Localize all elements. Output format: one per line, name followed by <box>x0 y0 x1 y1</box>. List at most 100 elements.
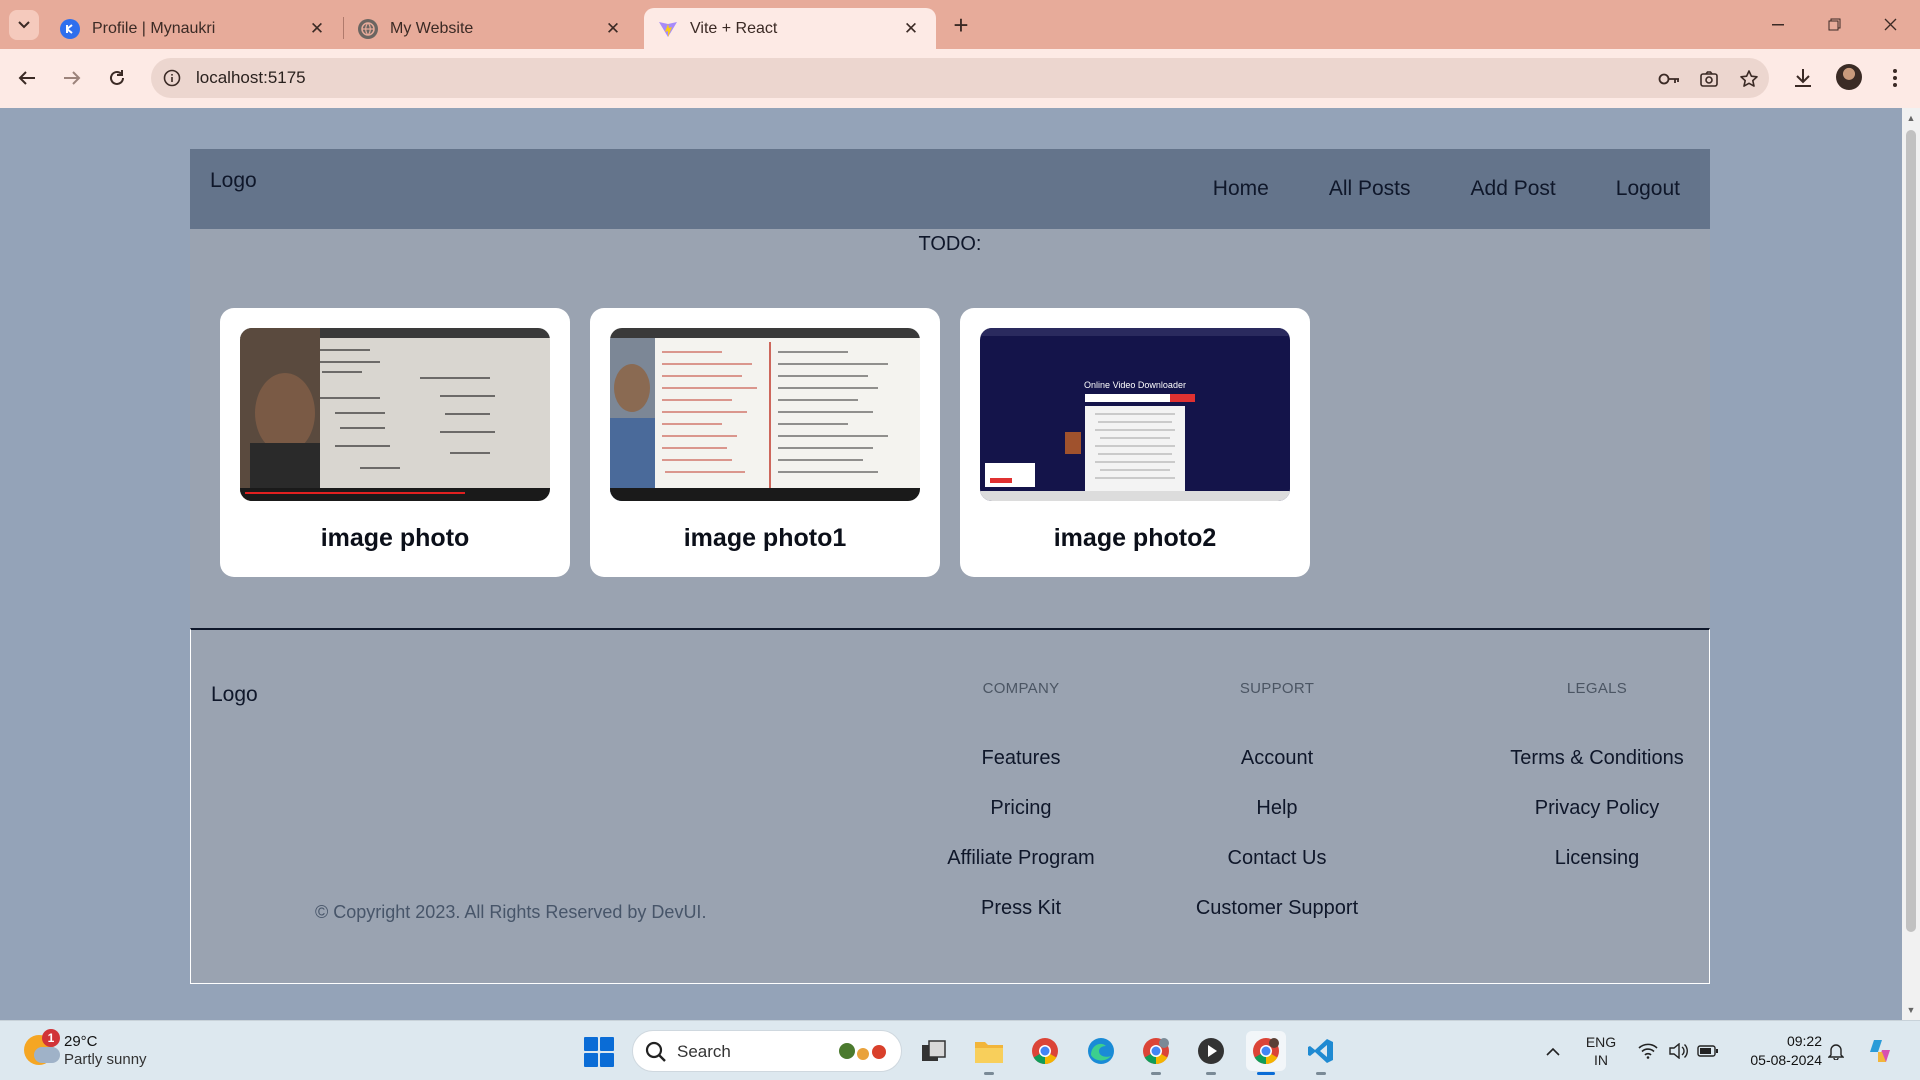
wifi-icon <box>1638 1043 1658 1059</box>
tab-search-button[interactable] <box>9 10 39 40</box>
close-window-button[interactable] <box>1862 0 1918 49</box>
close-icon[interactable]: ✕ <box>602 19 624 39</box>
taskbar-task-view[interactable] <box>914 1031 954 1071</box>
chevron-up-icon <box>1546 1047 1560 1056</box>
footer-link-pricing[interactable]: Pricing <box>871 798 1171 848</box>
arrow-left-icon <box>18 71 35 85</box>
page-scrollbar[interactable]: ▲ ▼ <box>1902 108 1920 1020</box>
nav-add-post-link[interactable]: Add Post <box>1471 177 1556 201</box>
clock-time: 09:22 <box>1786 1033 1822 1049</box>
tab-vite-react[interactable]: Vite + React ✕ <box>644 8 936 49</box>
site-info-icon[interactable] <box>161 67 183 89</box>
screenshot-icon[interactable] <box>1697 67 1721 91</box>
footer-heading: SUPPORT <box>1239 680 1315 697</box>
battery-icon <box>1697 1045 1718 1057</box>
browser-menu-button[interactable] <box>1880 63 1910 93</box>
taskbar-edge[interactable] <box>1081 1031 1121 1071</box>
post-title: image photo2 <box>1053 524 1217 552</box>
windows-start-button[interactable] <box>584 1037 614 1067</box>
main-content: TODO: image photo image photo1 Online Vi… <box>190 229 1710 629</box>
volume-status[interactable] <box>1664 1021 1692 1080</box>
url-text: localhost:5175 <box>196 68 306 87</box>
footer-link-privacy-policy[interactable]: Privacy Policy <box>1447 798 1747 848</box>
scroll-up-icon[interactable]: ▲ <box>1902 110 1920 126</box>
play-icon <box>1198 1038 1224 1064</box>
post-card[interactable]: image photo <box>220 308 570 577</box>
nav-home-link[interactable]: Home <box>1213 177 1269 201</box>
taskbar-chrome[interactable] <box>1025 1031 1065 1071</box>
footer-link-affiliate-program[interactable]: Affiliate Program <box>871 848 1171 898</box>
restore-button[interactable] <box>1806 0 1862 49</box>
vite-logo-icon <box>658 19 678 39</box>
minimize-button[interactable] <box>1750 0 1806 49</box>
tab-my-website[interactable]: My Website ✕ <box>344 8 638 49</box>
footer-link-contact-us[interactable]: Contact Us <box>1127 848 1427 898</box>
footer-column-company: COMPANY Features Pricing Affiliate Progr… <box>871 680 1171 948</box>
cloud-icon <box>34 1047 60 1063</box>
copilot-button[interactable] <box>1862 1021 1898 1080</box>
weather-condition: Partly sunny <box>64 1051 147 1068</box>
reload-icon <box>110 70 124 85</box>
password-key-icon[interactable] <box>1657 67 1681 91</box>
taskbar-chrome-active[interactable] <box>1246 1031 1286 1075</box>
search-icon <box>645 1041 666 1062</box>
post-image <box>610 328 920 501</box>
battery-status[interactable] <box>1694 1021 1722 1080</box>
search-highlight-icon <box>835 1041 891 1063</box>
arrow-right-icon <box>64 71 81 85</box>
footer-link-help[interactable]: Help <box>1127 798 1427 848</box>
footer-link-licensing[interactable]: Licensing <box>1447 848 1747 898</box>
wifi-status[interactable] <box>1634 1021 1662 1080</box>
footer-column-support: SUPPORT Account Help Contact Us Customer… <box>1127 680 1427 948</box>
show-hidden-icons-button[interactable] <box>1538 1021 1568 1080</box>
weather-temperature: 29°C <box>64 1033 98 1050</box>
post-card[interactable]: image photo1 <box>590 308 940 577</box>
windows-logo-icon <box>584 1037 598 1051</box>
new-tab-button[interactable]: + <box>946 10 976 40</box>
close-icon[interactable]: ✕ <box>306 19 328 39</box>
forward-button[interactable] <box>57 63 87 93</box>
reload-button[interactable] <box>102 63 132 93</box>
taskbar-media-player[interactable] <box>1191 1031 1231 1075</box>
address-bar[interactable]: localhost:5175 <box>151 58 1769 98</box>
minimize-icon <box>1772 23 1784 25</box>
site-footer: Logo © Copyright 2023. All Rights Reserv… <box>190 628 1710 984</box>
notifications-button[interactable] <box>1822 1021 1850 1080</box>
taskbar-vscode[interactable] <box>1301 1031 1341 1075</box>
bookmark-star-icon[interactable] <box>1737 67 1761 91</box>
browser-toolbar: localhost:5175 <box>0 49 1920 108</box>
mynaukri-favicon-icon <box>60 18 80 39</box>
post-card[interactable]: Online Video Downloader image photo2 <box>960 308 1310 577</box>
task-view-icon <box>922 1040 946 1061</box>
tab-profile-mynaukri[interactable]: Profile | Mynaukri ✕ <box>46 8 342 49</box>
footer-link-account[interactable]: Account <box>1127 748 1427 798</box>
scrollbar-thumb[interactable] <box>1906 130 1916 932</box>
downloads-button[interactable] <box>1788 63 1818 93</box>
language-indicator[interactable]: ENG IN <box>1578 1021 1624 1080</box>
download-icon <box>1795 69 1811 87</box>
footer-heading: LEGALS <box>1566 680 1628 697</box>
back-button[interactable] <box>12 63 42 93</box>
restore-icon <box>1828 18 1840 31</box>
footer-link-press-kit[interactable]: Press Kit <box>871 898 1171 948</box>
taskbar-search[interactable]: Search <box>632 1030 902 1072</box>
tab-title: Vite + React <box>690 19 778 37</box>
footer-link-customer-support[interactable]: Customer Support <box>1127 898 1427 948</box>
footer-logo[interactable]: Logo <box>211 683 258 707</box>
taskbar-file-explorer[interactable] <box>969 1031 1009 1075</box>
close-icon[interactable]: ✕ <box>900 19 922 39</box>
app-container: Logo Home All Posts Add Post Logout TODO… <box>190 149 1710 629</box>
footer-link-terms-conditions[interactable]: Terms & Conditions <box>1447 748 1747 798</box>
weather-widget[interactable]: 1 29°C Partly sunny <box>20 1029 160 1073</box>
nav-all-posts-link[interactable]: All Posts <box>1329 177 1411 201</box>
taskbar-chrome-profile[interactable] <box>1136 1031 1176 1075</box>
nav-logout-link[interactable]: Logout <box>1616 177 1680 201</box>
running-indicator <box>1257 1072 1275 1075</box>
footer-link-features[interactable]: Features <box>871 748 1171 798</box>
profile-avatar[interactable] <box>1836 64 1862 90</box>
running-indicator <box>1151 1072 1161 1075</box>
scroll-down-icon[interactable]: ▼ <box>1902 1002 1920 1018</box>
vscode-icon <box>1308 1039 1333 1063</box>
system-clock[interactable]: 09:22 05-08-2024 <box>1746 1032 1822 1070</box>
site-logo[interactable]: Logo <box>210 169 257 193</box>
